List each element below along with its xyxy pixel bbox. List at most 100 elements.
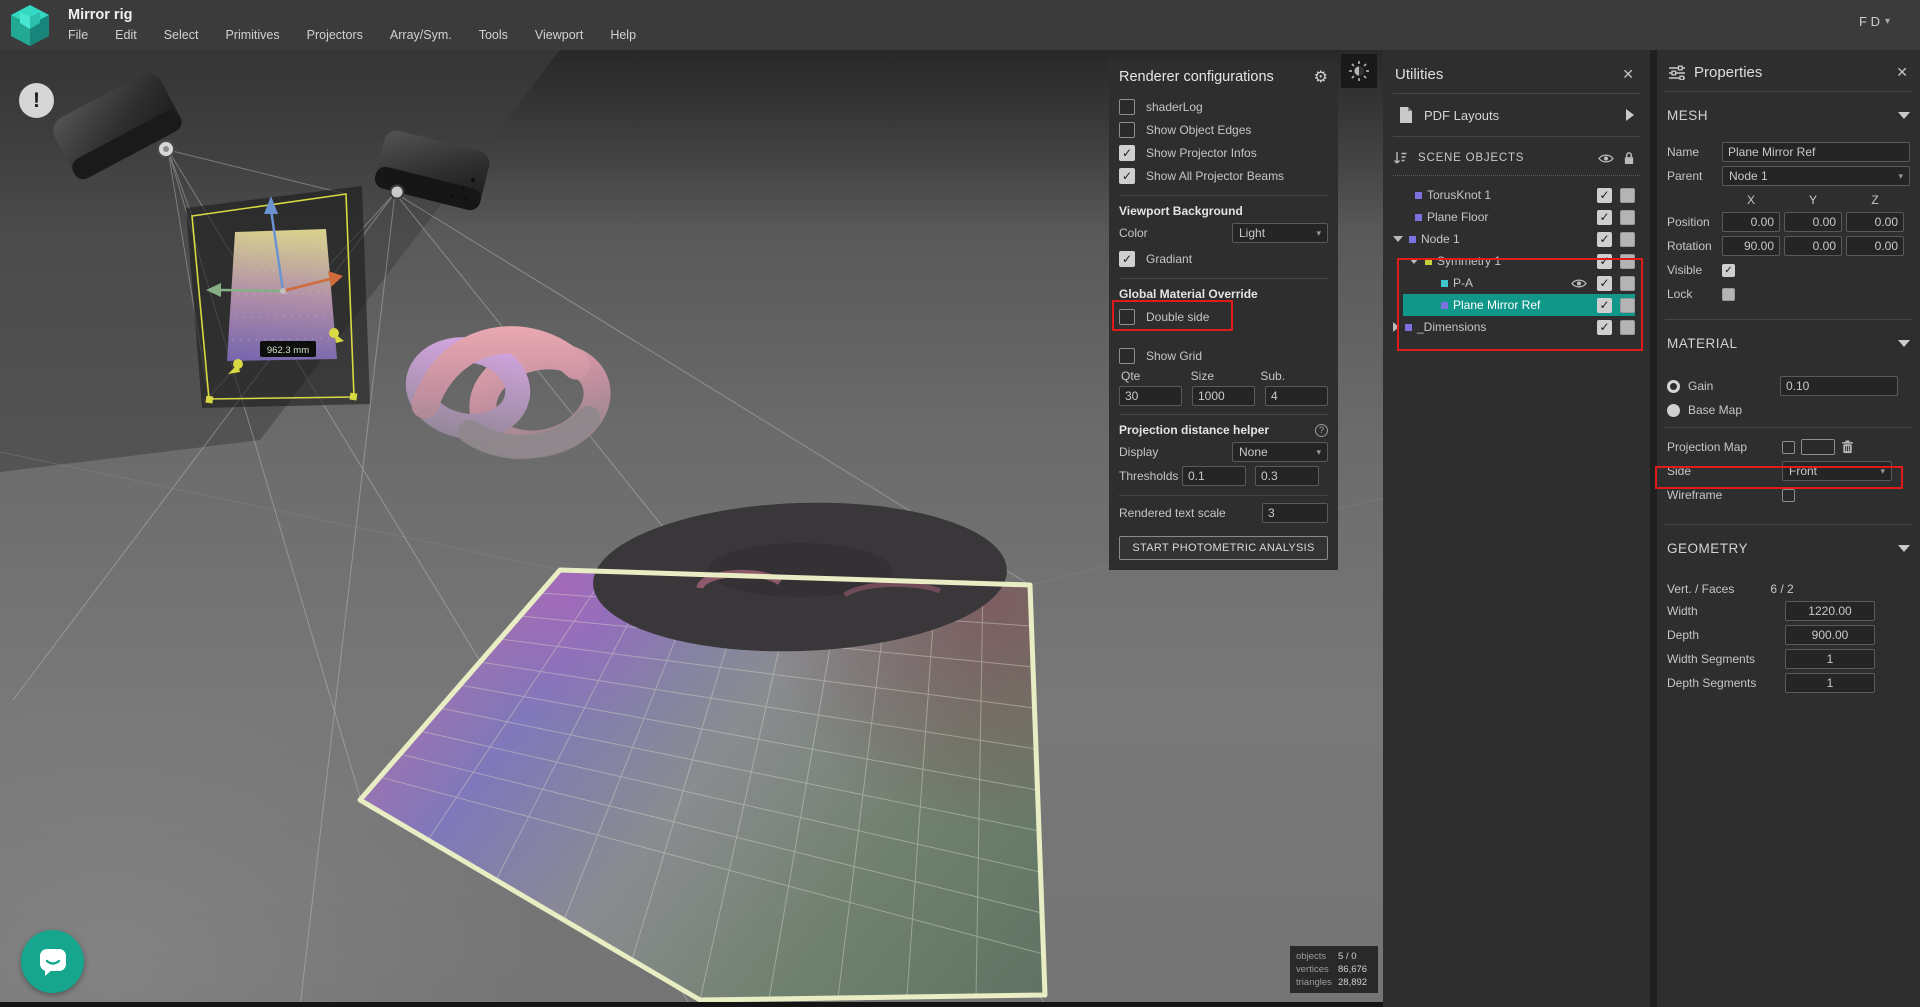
threshold-2-input[interactable] [1255,466,1319,486]
name-input[interactable] [1722,142,1910,162]
properties-close-icon[interactable] [1896,64,1908,81]
tree-item-dimensions[interactable]: _Dimensions [1383,316,1635,338]
gear-icon[interactable] [1314,67,1328,87]
eye-icon[interactable] [1598,153,1614,164]
utilities-panel: Utilities PDF Layouts SCENE OBJECTS [1383,50,1650,1007]
lock-icon[interactable] [1623,151,1635,165]
position-z-input[interactable] [1846,212,1904,232]
base-map-radio[interactable] [1667,404,1680,417]
width-input[interactable] [1785,601,1875,621]
sub-input[interactable] [1265,386,1328,406]
expander-open-icon[interactable] [1393,236,1403,242]
display-select[interactable]: None [1232,442,1328,462]
position-x-input[interactable] [1722,212,1780,232]
visibility-checkbox[interactable] [1597,232,1612,247]
tree-item-plane-mirror-ref[interactable]: Plane Mirror Ref [1403,294,1635,316]
menu-projectors[interactable]: Projectors [307,28,363,42]
floor-plane[interactable] [360,496,1045,1000]
depth-segments-input[interactable] [1785,673,1875,693]
visible-checkbox[interactable] [1722,264,1735,277]
material-section-header[interactable]: MATERIAL [1665,336,1912,351]
expander-closed-icon[interactable] [1393,322,1399,332]
lock-checkbox[interactable] [1620,320,1635,335]
side-select[interactable]: Front [1782,461,1892,481]
visibility-checkbox[interactable] [1597,276,1612,291]
help-icon[interactable] [1315,424,1328,437]
lock-checkbox[interactable] [1620,276,1635,291]
tree-item-p-a[interactable]: P-A [1383,272,1635,294]
background-color-select[interactable]: Light [1232,223,1328,243]
lock-checkbox[interactable] [1620,298,1635,313]
scene-objects-label: SCENE OBJECTS [1418,152,1524,164]
menu-help[interactable]: Help [610,28,636,42]
show-grid-checkbox[interactable] [1119,348,1135,364]
gain-radio[interactable] [1667,380,1680,393]
tree-item-plane-floor[interactable]: Plane Floor [1383,206,1635,228]
qte-label: Qte [1119,369,1179,384]
lock-checkbox[interactable] [1620,254,1635,269]
rotation-y-input[interactable] [1784,236,1842,256]
chat-support-button[interactable] [21,930,84,993]
projection-map-checkbox[interactable] [1782,441,1795,454]
visibility-checkbox[interactable] [1597,254,1612,269]
lock-checkbox[interactable] [1620,210,1635,225]
app-logo-icon[interactable] [8,3,52,47]
visibility-checkbox[interactable] [1597,210,1612,225]
rotation-z-input[interactable] [1846,236,1904,256]
depth-input[interactable] [1785,625,1875,645]
mesh-section-header[interactable]: MESH [1665,108,1912,123]
size-input[interactable] [1192,386,1255,406]
warning-icon[interactable]: ! [19,83,54,118]
show-object-edges-checkbox[interactable] [1119,122,1135,138]
vert-faces-label: Vert. / Faces [1667,582,1734,596]
menu-primitives[interactable]: Primitives [225,28,279,42]
lock-checkbox[interactable] [1620,188,1635,203]
show-projector-infos-checkbox[interactable] [1119,145,1135,161]
width-segments-input[interactable] [1785,649,1875,669]
tree-item-node-1[interactable]: Node 1 [1383,228,1635,250]
utilities-close-icon[interactable] [1622,66,1634,83]
expander-open-icon[interactable] [1409,258,1419,264]
pdf-layouts-item[interactable]: PDF Layouts [1383,94,1650,136]
menu-viewport[interactable]: Viewport [535,28,583,42]
projection-map-field[interactable] [1801,439,1835,455]
menu-file[interactable]: File [68,28,88,42]
top-menu-bar: Mirror rig File Edit Select Primitives P… [0,0,1920,50]
gain-input[interactable] [1780,376,1898,396]
menu-tools[interactable]: Tools [479,28,508,42]
rendered-text-scale-input[interactable] [1262,503,1328,523]
width-segments-label: Width Segments [1667,652,1785,666]
trash-icon[interactable] [1841,440,1854,454]
start-photometric-analysis-button[interactable]: START PHOTOMETRIC ANALYSIS [1119,536,1328,560]
wireframe-checkbox[interactable] [1782,489,1795,502]
gradiant-checkbox[interactable] [1119,251,1135,267]
mirror-plane[interactable]: 962.3 mm [186,186,370,408]
global-material-override-header: Global Material Override [1119,287,1328,301]
torus-knot[interactable] [412,340,607,457]
menu-array-sym[interactable]: Array/Sym. [390,28,452,42]
rotation-x-input[interactable] [1722,236,1780,256]
visibility-checkbox[interactable] [1597,320,1612,335]
visibility-checkbox[interactable] [1597,298,1612,313]
tune-icon [1669,65,1686,80]
position-y-input[interactable] [1784,212,1842,232]
contrast-toggle-button[interactable] [1341,54,1377,88]
show-all-projector-beams-checkbox[interactable] [1119,168,1135,184]
eye-icon[interactable] [1571,278,1587,289]
visibility-checkbox[interactable] [1597,188,1612,203]
user-account-menu[interactable]: F D [1859,14,1890,29]
shaderlog-checkbox[interactable] [1119,99,1135,115]
stats-vertices-label: vertices [1296,963,1338,976]
menu-edit[interactable]: Edit [115,28,137,42]
tree-item-torusknot-1[interactable]: TorusKnot 1 [1383,184,1635,206]
lock-checkbox[interactable] [1620,232,1635,247]
lock-checkbox[interactable] [1722,288,1735,301]
parent-select[interactable]: Node 1 [1722,166,1910,186]
sort-icon[interactable] [1393,151,1408,165]
geometry-section-header[interactable]: GEOMETRY [1665,541,1912,556]
menu-select[interactable]: Select [164,28,199,42]
threshold-1-input[interactable] [1182,466,1246,486]
tree-item-symmetry-1[interactable]: Symmetry 1 [1383,250,1635,272]
double-side-checkbox[interactable] [1119,309,1135,325]
qte-input[interactable] [1119,386,1182,406]
